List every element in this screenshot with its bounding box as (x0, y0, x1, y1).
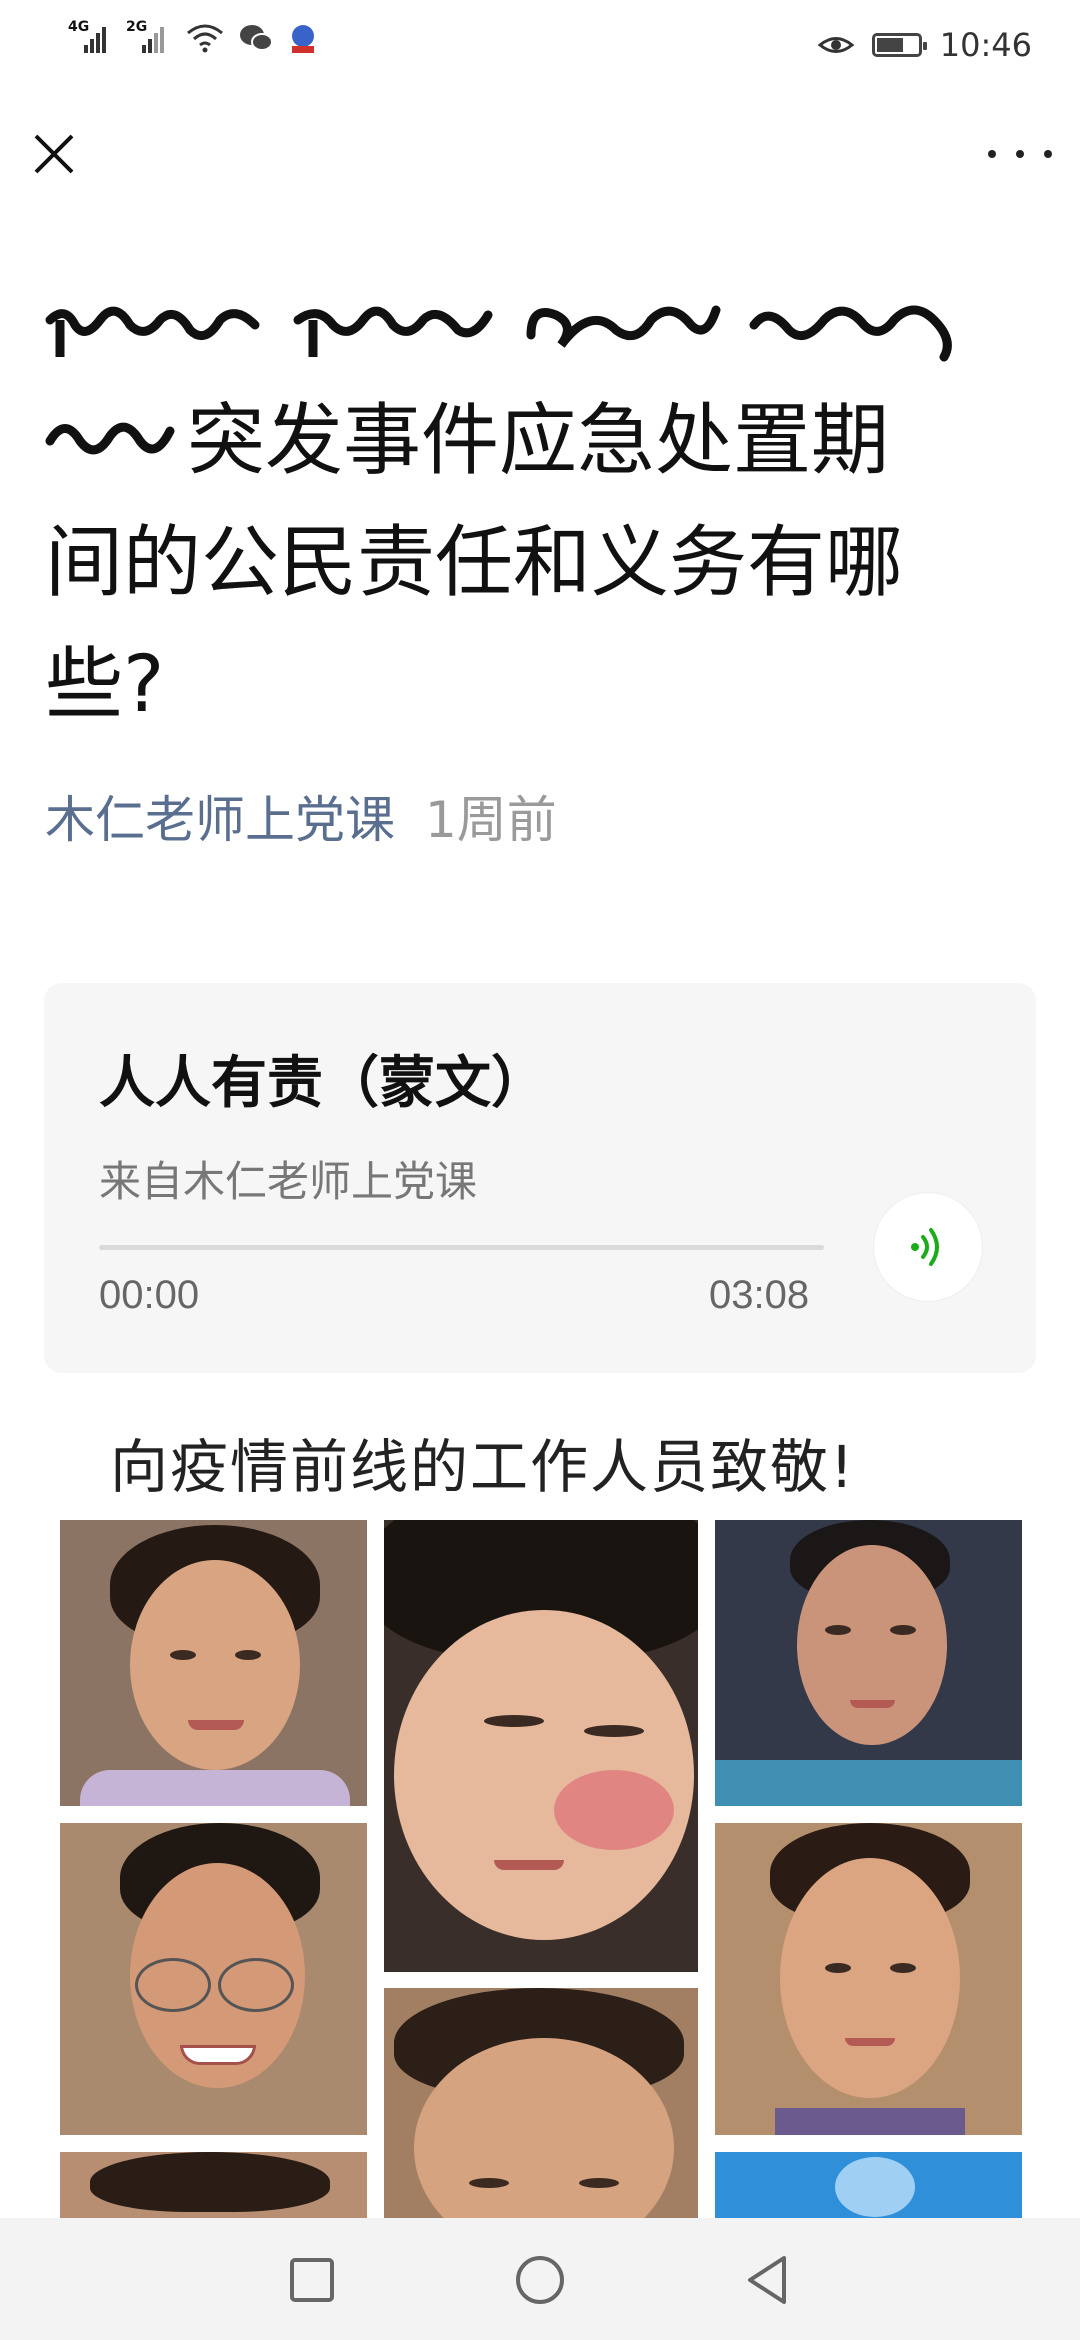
recent-apps-icon[interactable] (282, 2250, 342, 2310)
audio-duration: 03:08 (709, 1273, 810, 1317)
publish-date: 1周前 (425, 791, 557, 849)
battery-icon (871, 33, 927, 57)
photo-worker-3[interactable] (715, 1520, 1022, 1806)
mongolian-word-4 (749, 305, 952, 362)
title-line-1: 突发事件应急处置期 (45, 380, 1035, 502)
photo-worker-1[interactable] (60, 1520, 367, 1806)
title-line-2: 间的公民责任和义务有哪 (45, 518, 904, 608)
audio-wave-icon (911, 1228, 939, 1266)
mongolian-title-logo (45, 280, 1035, 380)
signal-4g-label: 4G (68, 19, 90, 35)
title-text-1: 突发事件应急处置期 (187, 396, 890, 486)
mongolian-word-1 (45, 306, 260, 357)
wifi-icon (187, 24, 223, 53)
status-bar: 4G 2G 10:46 (0, 0, 1080, 95)
mongolian-word-2 (293, 306, 493, 357)
mongolian-word-3 (526, 305, 721, 348)
signal-2g-icon: 2G (126, 19, 172, 53)
photo-worker-7[interactable] (60, 2152, 367, 2222)
home-icon[interactable] (510, 2250, 570, 2310)
close-icon[interactable] (28, 128, 80, 180)
photo-worker-6[interactable] (715, 1823, 1022, 2135)
article-meta: 木仁老师上党课 1周前 (45, 780, 557, 852)
system-nav-bar (0, 2218, 1080, 2340)
audio-player-card[interactable]: 人人有责（蒙文） 来自木仁老师上党课 00:00 03:08 (44, 983, 1036, 1373)
tribute-caption: 向疫情前线的工作人员致敬! (110, 1433, 856, 1501)
audio-source: 来自木仁老师上党课 (99, 1157, 478, 1206)
photo-worker-5[interactable] (384, 1988, 698, 2222)
baidu-icon (292, 25, 314, 53)
audio-current-time: 00:00 (99, 1273, 200, 1317)
eye-icon (817, 37, 854, 53)
audio-title: 人人有责（蒙文） (99, 1051, 547, 1116)
status-right: 10:46 (817, 26, 1032, 64)
mongolian-word-5 (45, 422, 175, 455)
article-title: 突发事件应急处置期 间的公民责任和义务有哪 些? (45, 280, 1035, 746)
photo-worker-2[interactable] (384, 1520, 698, 1972)
title-line-3: 些? (45, 640, 165, 730)
status-left: 4G 2G (68, 19, 318, 54)
clock: 10:46 (939, 26, 1032, 64)
audio-progress-bar[interactable] (99, 1245, 824, 1250)
more-dots-icon[interactable] (988, 128, 1052, 180)
wechat-icon (240, 25, 273, 51)
signal-2g-label: 2G (126, 19, 148, 35)
back-icon[interactable] (738, 2250, 798, 2310)
photo-worker-8[interactable] (715, 2152, 1022, 2222)
author-link[interactable]: 木仁老师上党课 (45, 780, 395, 852)
play-button[interactable] (874, 1193, 982, 1301)
photo-worker-4[interactable] (60, 1823, 367, 2135)
signal-4g-icon: 4G (68, 19, 114, 53)
